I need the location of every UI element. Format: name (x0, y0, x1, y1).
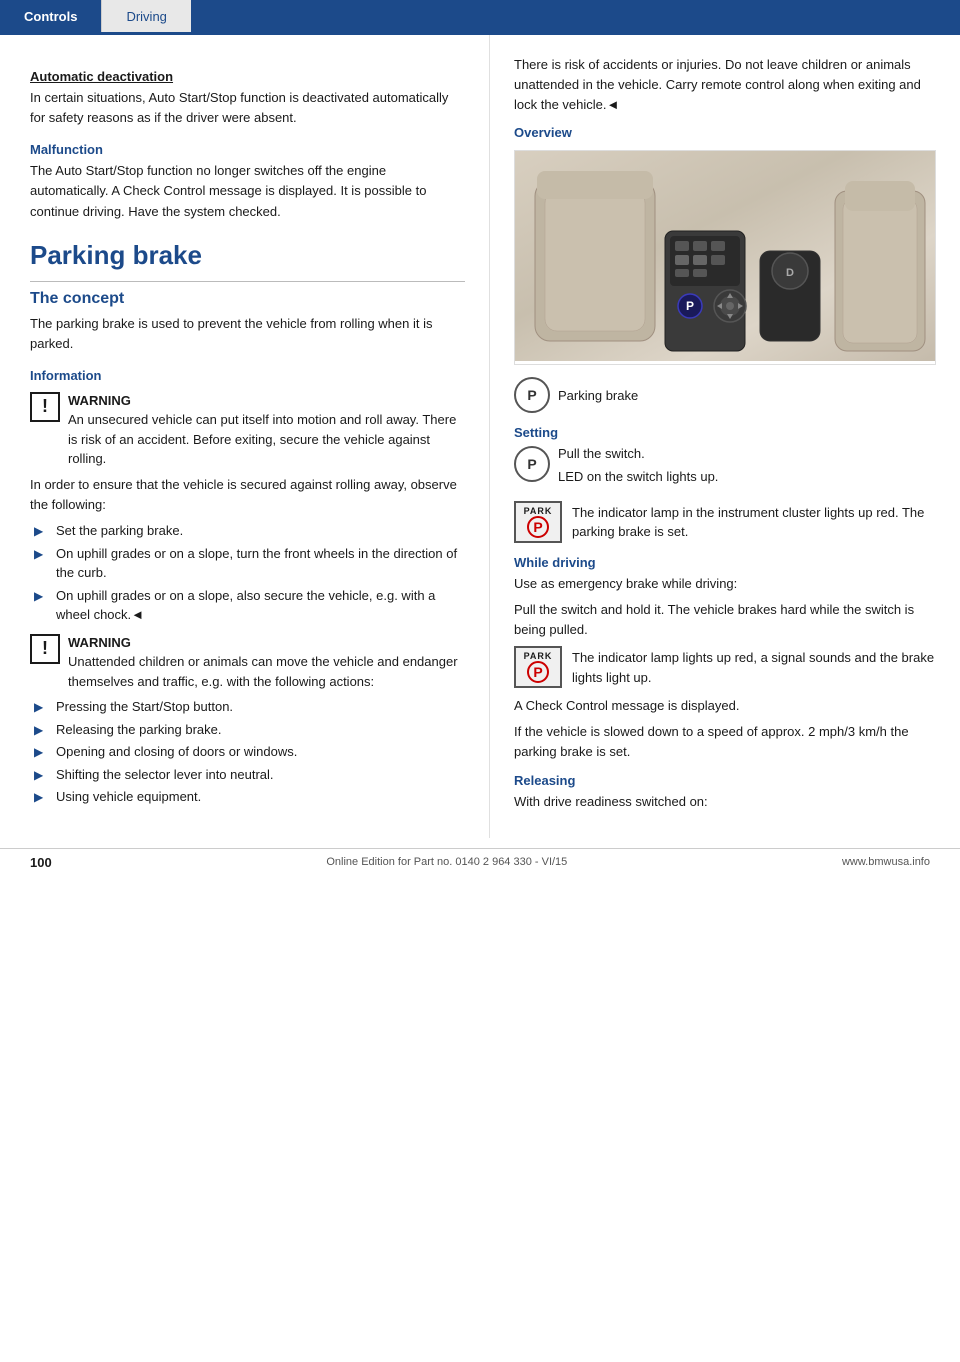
malfunction-text: The Auto Start/Stop function no longer s… (30, 161, 465, 221)
svg-text:P: P (686, 299, 694, 313)
setting-icon: P (514, 446, 550, 482)
in-order-text: In order to ensure that the vehicle is s… (30, 475, 465, 515)
parking-brake-heading: Parking brake (30, 240, 465, 271)
svg-text:D: D (786, 267, 794, 279)
while-driving-text1: Use as emergency brake while driving: (514, 574, 936, 594)
setting-step1: Pull the switch. (558, 444, 718, 464)
releasing-text: With drive readiness switched on: (514, 792, 936, 812)
setting-step2: LED on the switch lights up. (558, 467, 718, 487)
separator (30, 281, 465, 282)
parking-brake-label: Parking brake (558, 386, 638, 406)
setting-indicator-text: The indicator lamp in the instrument clu… (572, 501, 936, 542)
bullet-arrow-icon: ▶ (34, 545, 48, 563)
main-content: Automatic deactivation In certain situat… (0, 35, 960, 838)
right-column: There is risk of accidents or injuries. … (490, 35, 960, 838)
park-indicator-icon: PARK P (514, 501, 562, 543)
bullet-arrow-icon: ▶ (34, 788, 48, 806)
auto-deactivation-heading: Automatic deactivation (30, 69, 465, 84)
website-text: www.bmwusa.info (842, 856, 930, 868)
warning-icon-1: ! (30, 392, 60, 422)
tab-bar: Controls Driving (0, 0, 960, 32)
list-item: ▶ Using vehicle equipment. (30, 787, 465, 807)
releasing-heading: Releasing (514, 773, 936, 788)
slowed-text: If the vehicle is slowed down to a speed… (514, 722, 936, 762)
page-number: 100 (30, 855, 52, 870)
car-controls-image: P D (514, 150, 936, 365)
bullet-arrow-icon: ▶ (34, 721, 48, 739)
parking-brake-circle-icon: P (514, 377, 550, 413)
car-controls-svg: P D (515, 151, 935, 361)
malfunction-heading: Malfunction (30, 142, 465, 157)
parking-brake-label-row: P Parking brake (514, 377, 936, 413)
list-item: ▶ On uphill grades or on a slope, turn t… (30, 544, 465, 583)
setting-steps-text: Pull the switch. LED on the switch light… (558, 444, 718, 492)
park-label-2: PARK (524, 651, 553, 661)
bullet-arrow-icon: ▶ (34, 698, 48, 716)
while-driving-park-indicator-icon: PARK P (514, 646, 562, 688)
tab-controls-label: Controls (24, 9, 77, 24)
the-concept-text: The parking brake is used to prevent the… (30, 314, 465, 354)
auto-deactivation-text: In certain situations, Auto Start/Stop f… (30, 88, 465, 128)
right-intro-text: There is risk of accidents or injuries. … (514, 55, 936, 115)
while-driving-text2: Pull the switch and hold it. The vehicle… (514, 600, 936, 640)
list-item: ▶ Releasing the parking brake. (30, 720, 465, 740)
warning-text-1: WARNING An unsecured vehicle can put its… (68, 391, 465, 469)
list-item: ▶ Shifting the selector lever into neutr… (30, 765, 465, 785)
footer: 100 Online Edition for Part no. 0140 2 9… (0, 848, 960, 876)
list-item: ▶ Opening and closing of doors or window… (30, 742, 465, 762)
park-p-icon-2: P (527, 661, 549, 683)
left-column: Automatic deactivation In certain situat… (0, 35, 490, 838)
bullet-arrow-icon: ▶ (34, 587, 48, 605)
edition-text: Online Edition for Part no. 0140 2 964 3… (326, 856, 567, 868)
park-label: PARK (524, 506, 553, 516)
setting-indicator-row: PARK P The indicator lamp in the instrum… (514, 501, 936, 543)
bullet-arrow-icon: ▶ (34, 522, 48, 540)
tab-driving-label: Driving (126, 9, 166, 24)
check-control-text: A Check Control message is displayed. (514, 696, 936, 716)
information-heading: Information (30, 368, 465, 383)
the-concept-heading: The concept (30, 290, 465, 308)
tab-controls[interactable]: Controls (0, 0, 101, 32)
bullet-arrow-icon: ▶ (34, 766, 48, 784)
bullet-arrow-icon: ▶ (34, 743, 48, 761)
park-p-icon: P (527, 516, 549, 538)
warning-icon-2: ! (30, 634, 60, 664)
list-item: ▶ Pressing the Start/Stop button. (30, 697, 465, 717)
warning-box-2: ! WARNING Unattended children or animals… (30, 633, 465, 692)
list-item: ▶ On uphill grades or on a slope, also s… (30, 586, 465, 625)
tab-driving[interactable]: Driving (101, 0, 190, 32)
warning-text-2: WARNING Unattended children or animals c… (68, 633, 465, 692)
setting-heading: Setting (514, 425, 936, 440)
bullet-list-2: ▶ Pressing the Start/Stop button. ▶ Rele… (30, 697, 465, 807)
while-driving-indicator-row: PARK P The indicator lamp lights up red,… (514, 646, 936, 688)
warning-box-1: ! WARNING An unsecured vehicle can put i… (30, 391, 465, 469)
while-driving-indicator-text: The indicator lamp lights up red, a sign… (572, 646, 936, 687)
list-item: ▶ Set the parking brake. (30, 521, 465, 541)
bullet-list-1: ▶ Set the parking brake. ▶ On uphill gra… (30, 521, 465, 625)
setting-steps-row: P Pull the switch. LED on the switch lig… (514, 444, 936, 492)
while-driving-heading: While driving (514, 555, 936, 570)
overview-heading: Overview (514, 125, 936, 140)
